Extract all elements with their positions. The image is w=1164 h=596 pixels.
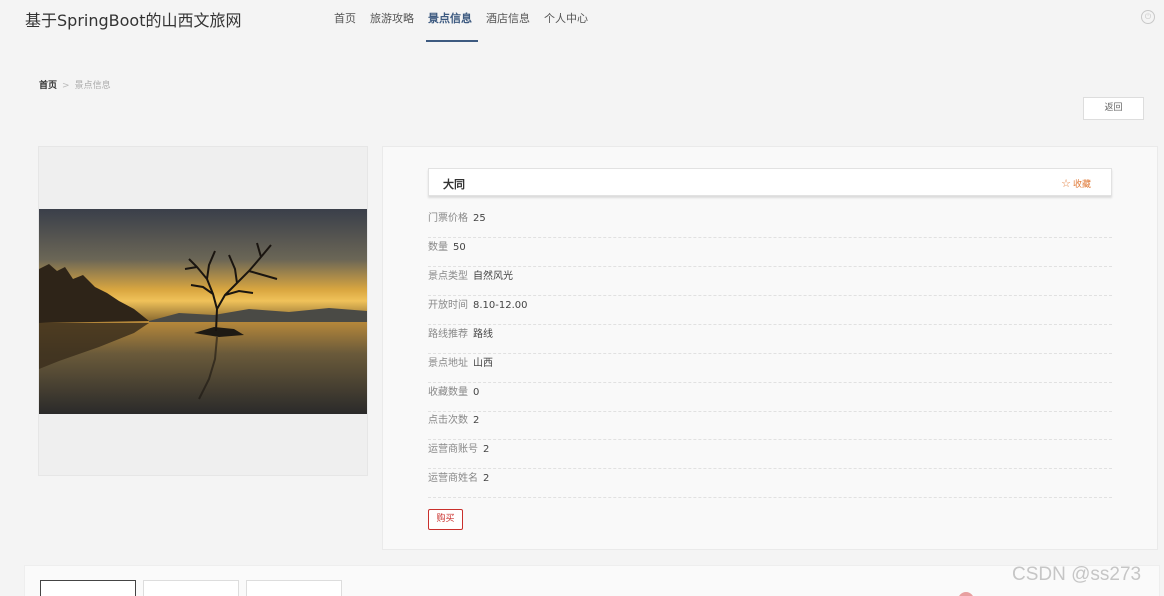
field-label: 景点类型 bbox=[428, 271, 468, 282]
field-label: 开放时间 bbox=[428, 300, 468, 311]
spot-name: 大同 bbox=[443, 178, 465, 191]
info-row-address: 景点地址 山西 bbox=[428, 354, 1112, 383]
field-value: 自然风光 bbox=[473, 271, 513, 282]
field-label: 数量 bbox=[428, 242, 448, 253]
site-title: 基于SpringBoot的山西文旅网 bbox=[25, 11, 242, 30]
info-row-quantity: 数量 50 bbox=[428, 238, 1112, 267]
info-row-spot-type: 景点类型 自然风光 bbox=[428, 267, 1112, 296]
field-value: 8.10-12.00 bbox=[473, 300, 528, 311]
power-icon[interactable]: ⏻ bbox=[1141, 10, 1155, 24]
scenic-photo bbox=[39, 209, 367, 414]
field-value: 2 bbox=[483, 473, 490, 484]
nav-hotels[interactable]: 酒店信息 bbox=[486, 10, 530, 42]
info-row-click-count: 点击次数 2 bbox=[428, 411, 1112, 440]
main-nav: 首页 旅游攻略 景点信息 酒店信息 个人中心 bbox=[334, 10, 602, 42]
field-value: 50 bbox=[453, 242, 466, 253]
info-row-favorite-count: 收藏数量 0 bbox=[428, 383, 1112, 412]
field-label: 运营商账号 bbox=[428, 444, 478, 455]
detail-panel: 大同 ☆ 收藏 门票价格 25 数量 50 景点类型 自然风光 开放时间 8.10-12.… bbox=[382, 146, 1158, 550]
spot-title-bar: 大同 ☆ 收藏 bbox=[428, 168, 1112, 196]
nav-scenic-spots[interactable]: 景点信息 bbox=[426, 10, 478, 42]
breadcrumb-home[interactable]: 首页 bbox=[39, 81, 57, 91]
tab-1[interactable] bbox=[40, 580, 136, 596]
field-label: 收藏数量 bbox=[428, 387, 468, 398]
nav-home[interactable]: 首页 bbox=[334, 10, 356, 42]
favorite-label: 收藏 bbox=[1072, 180, 1091, 190]
breadcrumb: 首页 > 景点信息 bbox=[39, 78, 111, 91]
field-label: 门票价格 bbox=[428, 213, 468, 224]
breadcrumb-current: 景点信息 bbox=[74, 81, 111, 91]
field-value: 路线 bbox=[473, 329, 493, 340]
field-value: 0 bbox=[473, 387, 480, 398]
nav-travel-guide[interactable]: 旅游攻略 bbox=[370, 10, 414, 42]
field-label: 运营商姓名 bbox=[428, 473, 478, 484]
back-button[interactable]: 返回 bbox=[1083, 97, 1144, 120]
field-value: 2 bbox=[483, 444, 490, 455]
field-label: 路线推荐 bbox=[428, 329, 468, 340]
field-label: 点击次数 bbox=[428, 415, 468, 426]
info-row-operator-account: 运营商账号 2 bbox=[428, 440, 1112, 469]
tab-2[interactable] bbox=[143, 580, 239, 596]
info-row-route: 路线推荐 路线 bbox=[428, 325, 1112, 354]
buy-button[interactable]: 购买 bbox=[428, 509, 463, 530]
field-value: 山西 bbox=[473, 358, 493, 369]
bottom-tabs-panel bbox=[24, 565, 1160, 596]
info-row-opening-hours: 开放时间 8.10-12.00 bbox=[428, 296, 1112, 325]
watermark: CSDN @ss273 bbox=[1012, 564, 1142, 585]
field-value: 25 bbox=[473, 213, 486, 224]
info-row-operator-name: 运营商姓名 2 bbox=[428, 469, 1112, 498]
field-label: 景点地址 bbox=[428, 358, 468, 369]
nav-personal-center[interactable]: 个人中心 bbox=[544, 10, 588, 42]
top-navbar: 基于SpringBoot的山西文旅网 首页 旅游攻略 景点信息 酒店信息 个人中… bbox=[0, 0, 1164, 42]
info-row-ticket-price: 门票价格 25 bbox=[428, 209, 1112, 238]
field-value: 2 bbox=[473, 415, 480, 426]
image-panel bbox=[38, 146, 368, 476]
favorite-button[interactable]: ☆ 收藏 bbox=[1061, 177, 1091, 190]
tab-3[interactable] bbox=[246, 580, 342, 596]
breadcrumb-separator: > bbox=[62, 81, 70, 91]
star-icon: ☆ bbox=[1061, 177, 1071, 190]
